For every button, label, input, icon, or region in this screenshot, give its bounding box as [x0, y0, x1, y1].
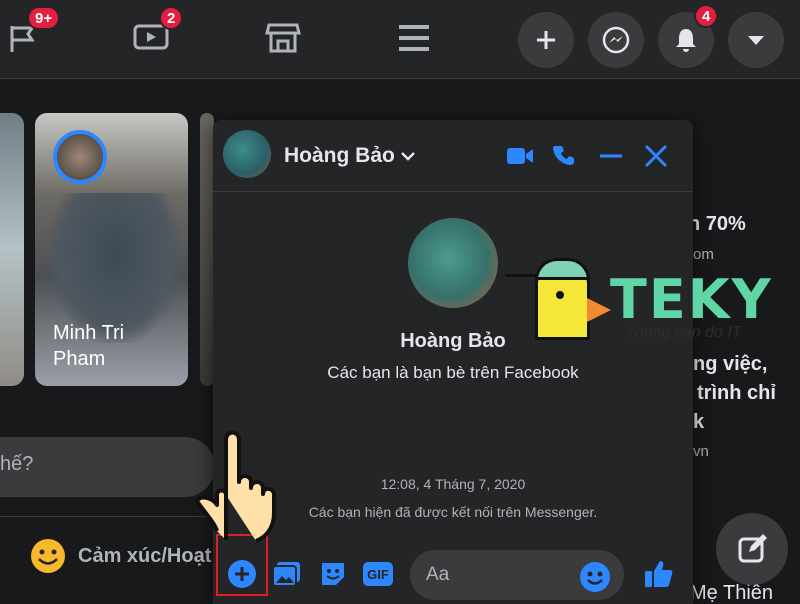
feed-text-fragment: Mẹ Thiên — [690, 582, 774, 604]
feeling-label: Cảm xúc/Hoạt — [78, 544, 212, 567]
divider — [0, 516, 215, 517]
minimize-icon[interactable] — [596, 142, 626, 170]
new-message-button[interactable] — [716, 513, 788, 585]
chat-composer: GIF — [213, 540, 693, 604]
messenger-icon — [602, 26, 630, 54]
teky-logo: TEKY Young can do IT — [505, 250, 780, 345]
notification-badge: 4 — [694, 4, 719, 28]
close-icon[interactable] — [641, 142, 671, 170]
chat-title-label: Hoàng Bảo — [284, 144, 395, 167]
smiley-icon — [31, 539, 65, 573]
composer-placeholder: hế? — [0, 453, 34, 475]
story-name: Minh Tri Pham — [53, 322, 125, 370]
messenger-button[interactable] — [588, 12, 644, 68]
chat-header: Hoàng Bảo — [213, 120, 693, 192]
feed-text-fragment: n 70% — [688, 213, 746, 235]
compose-icon — [738, 534, 767, 563]
top-navigation: 9+ 2 4 — [0, 0, 800, 79]
menu-icon[interactable] — [394, 18, 434, 58]
caret-down-icon — [748, 36, 764, 45]
logo-tagline: Young can do IT — [625, 324, 742, 341]
story-card-partial[interactable] — [200, 113, 214, 386]
flag-badge: 9+ — [27, 6, 61, 30]
feed-text-fragment: vn — [693, 443, 709, 460]
story-card-partial[interactable] — [0, 113, 24, 386]
watch-icon[interactable]: 2 — [131, 6, 184, 58]
chat-title[interactable]: Hoàng Bảo — [284, 144, 415, 168]
feed-text-fragment: ng việc, — [693, 353, 768, 375]
notifications-button[interactable]: 4 — [658, 4, 719, 68]
feeling-activity-button[interactable]: Cảm xúc/Hoạt — [30, 538, 211, 574]
video-call-icon[interactable] — [505, 142, 535, 170]
story-avatar — [53, 130, 107, 184]
profile-avatar[interactable] — [408, 218, 498, 308]
photo-icon[interactable] — [270, 557, 304, 591]
marketplace-icon[interactable] — [263, 18, 303, 58]
emoji-icon[interactable] — [580, 562, 610, 592]
account-button[interactable] — [728, 12, 784, 68]
like-thumb-icon[interactable] — [641, 557, 675, 591]
pages-flag-icon[interactable]: 9+ — [5, 6, 61, 58]
feed-text-fragment: trình chỉ — [697, 382, 776, 404]
pointing-hand-icon — [195, 430, 276, 543]
logo-word: TEKY — [610, 268, 773, 331]
bell-icon — [676, 29, 696, 52]
mascot-icon — [535, 258, 590, 340]
chat-avatar[interactable] — [223, 130, 271, 178]
gif-label: GIF — [363, 562, 393, 586]
gif-icon[interactable]: GIF — [361, 557, 395, 591]
sticker-icon[interactable] — [316, 557, 350, 591]
phone-call-icon[interactable] — [550, 142, 580, 170]
profile-relationship: Các bạn là bạn bè trên Facebook — [327, 363, 579, 382]
plus-icon — [537, 31, 555, 49]
watch-badge: 2 — [159, 6, 184, 30]
feed-text-fragment: k — [693, 411, 705, 433]
chevron-down-icon — [400, 152, 415, 161]
create-button[interactable] — [518, 12, 574, 68]
story-card[interactable]: Minh Tri Pham — [35, 113, 188, 386]
